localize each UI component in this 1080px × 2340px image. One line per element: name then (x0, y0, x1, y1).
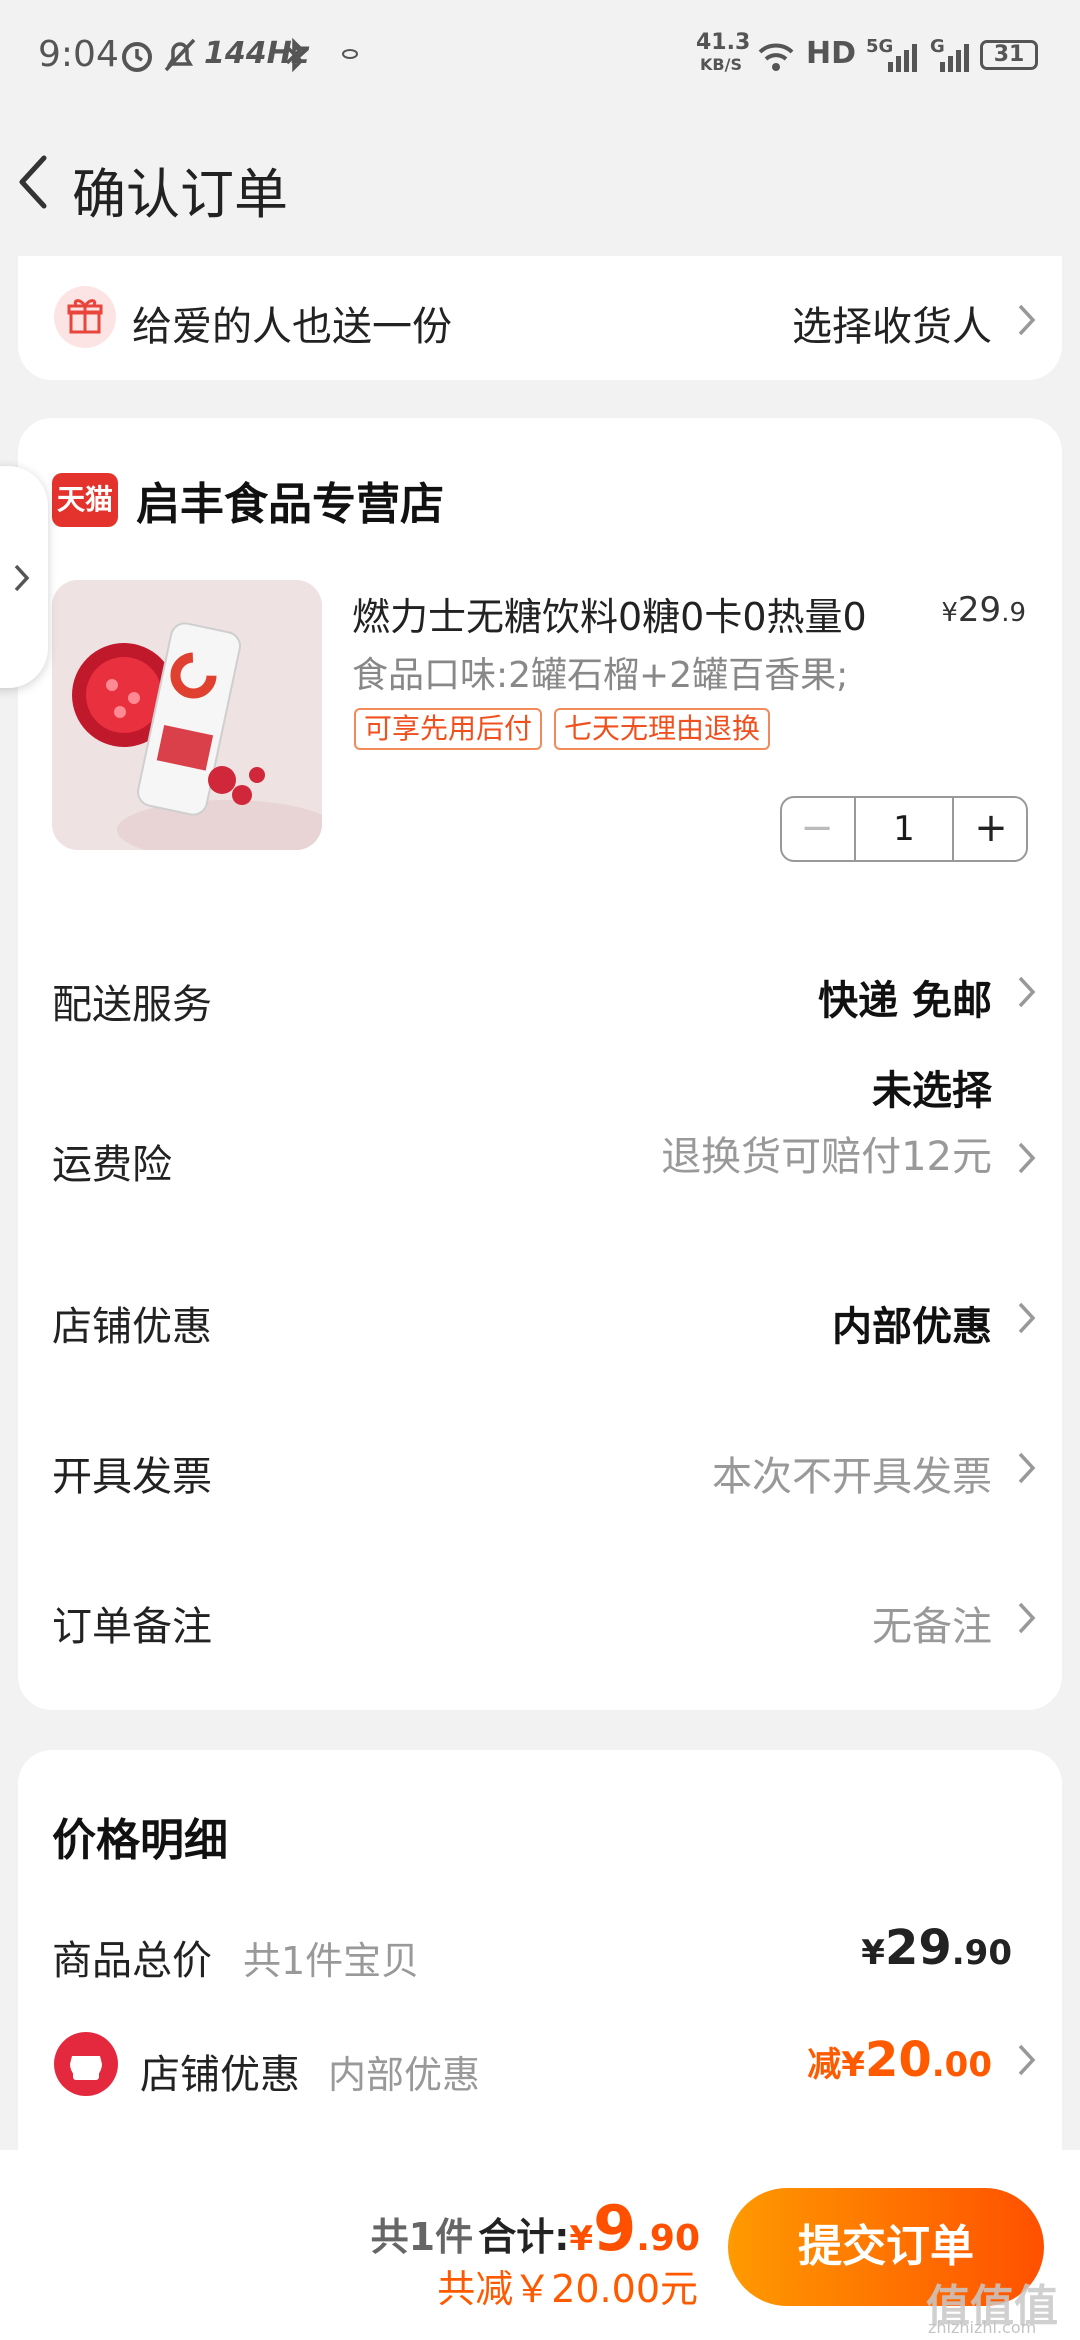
shop-name[interactable]: 启丰食品专营店 (136, 468, 444, 532)
pay-later-tag: 可享先用后付 (354, 708, 543, 750)
chevron-right-icon (14, 564, 30, 592)
chevron-right-icon (1018, 304, 1036, 336)
gift-recipient-bar[interactable]: 给爱的人也送一份 选择收货人 (18, 256, 1062, 380)
status-time: 9:04 (38, 34, 119, 75)
gift-text: 给爱的人也送一份 (132, 304, 452, 350)
quantity-stepper: − 1 + (780, 796, 1028, 862)
subtotal-label: 商品总价 (52, 1938, 212, 1984)
battery-indicator: 31 (980, 40, 1038, 70)
chevron-right-icon[interactable] (1016, 2042, 1038, 2078)
signal-2-icon (940, 44, 969, 72)
back-arrow-icon[interactable] (14, 152, 54, 212)
checkout-bar: 共1件 合计:¥9.90 共减￥20.00元 提交订单 (0, 2150, 1080, 2340)
chevron-right-icon[interactable] (1016, 1300, 1038, 1336)
link-icon (342, 49, 358, 59)
gift-icon (54, 286, 116, 348)
shop-discount-label: 店铺优惠 (52, 1304, 212, 1350)
shipping-insurance-label: 运费险 (52, 1142, 172, 1188)
chevron-right-icon[interactable] (1016, 1450, 1038, 1486)
chevron-right-icon[interactable] (1016, 1140, 1038, 1176)
order-card: 天猫 启丰食品专营店 燃力士无糖饮料0糖0卡0热量0 ¥29.9 食品口味:2罐… (18, 418, 1062, 1710)
subtotal-count: 共1件宝贝 (243, 1939, 420, 1983)
price-detail-card: 价格明细 商品总价 共1件宝贝 ¥29.90 店铺优惠 内部优惠 减¥20.00 (18, 1750, 1062, 2150)
shipping-insurance-sub: 退换货可赔付12元 (661, 1134, 992, 1180)
shop-discount-detail-sub: 内部优惠 (328, 2053, 481, 2097)
hd-label: HD (806, 36, 857, 71)
seven-day-return-tag: 七天无理由退换 (554, 708, 771, 750)
invoice-value[interactable]: 本次不开具发票 (712, 1444, 992, 1502)
page-title: 确认订单 (72, 163, 288, 226)
product-price: ¥29.9 (941, 590, 1026, 630)
increase-quantity-button[interactable]: + (956, 798, 1026, 860)
shop-icon (54, 2032, 118, 2096)
mute-bell-icon (164, 38, 196, 72)
delivery-value[interactable]: 快递 免邮 (818, 968, 992, 1026)
watermark-url: zhizhizhi.com (928, 2318, 1037, 2337)
net-speed: 41.3 KB/S (696, 30, 751, 75)
quantity-value[interactable]: 1 (854, 798, 954, 860)
shop-discount-detail-label: 店铺优惠 (140, 2052, 300, 2098)
chevron-right-icon[interactable] (1016, 974, 1038, 1010)
tmall-logo: 天猫 (52, 473, 118, 527)
subtotal-value: ¥29.90 (861, 1920, 1012, 1976)
side-expand-tab[interactable] (0, 466, 48, 688)
order-note-label: 订单备注 (52, 1604, 212, 1650)
signal-icon (888, 44, 917, 72)
product-image[interactable] (52, 580, 322, 850)
alarm-icon (122, 42, 152, 72)
order-note-value[interactable]: 无备注 (872, 1594, 992, 1652)
bluetooth-icon (285, 37, 304, 73)
order-total: 共1件 合计:¥9.90 (370, 2192, 700, 2265)
wifi-icon (758, 43, 794, 71)
delivery-label: 配送服务 (52, 982, 212, 1028)
product-spec[interactable]: 食品口味:2罐石榴+2罐百香果; (352, 646, 848, 698)
total-savings: 共减￥20.00元 (437, 2267, 698, 2311)
price-detail-title: 价格明细 (52, 1815, 228, 1866)
invoice-label: 开具发票 (52, 1454, 212, 1500)
decrease-quantity-button[interactable]: − (782, 798, 852, 860)
product-title[interactable]: 燃力士无糖饮料0糖0卡0热量0 (352, 586, 867, 641)
select-recipient-link[interactable]: 选择收货人 (792, 294, 992, 352)
shipping-insurance-value[interactable]: 未选择 (872, 1058, 992, 1116)
chevron-right-icon[interactable] (1016, 1600, 1038, 1636)
shop-discount-value[interactable]: 内部优惠 (832, 1294, 992, 1352)
shop-discount-amount[interactable]: 减¥20.00 (807, 2032, 992, 2088)
